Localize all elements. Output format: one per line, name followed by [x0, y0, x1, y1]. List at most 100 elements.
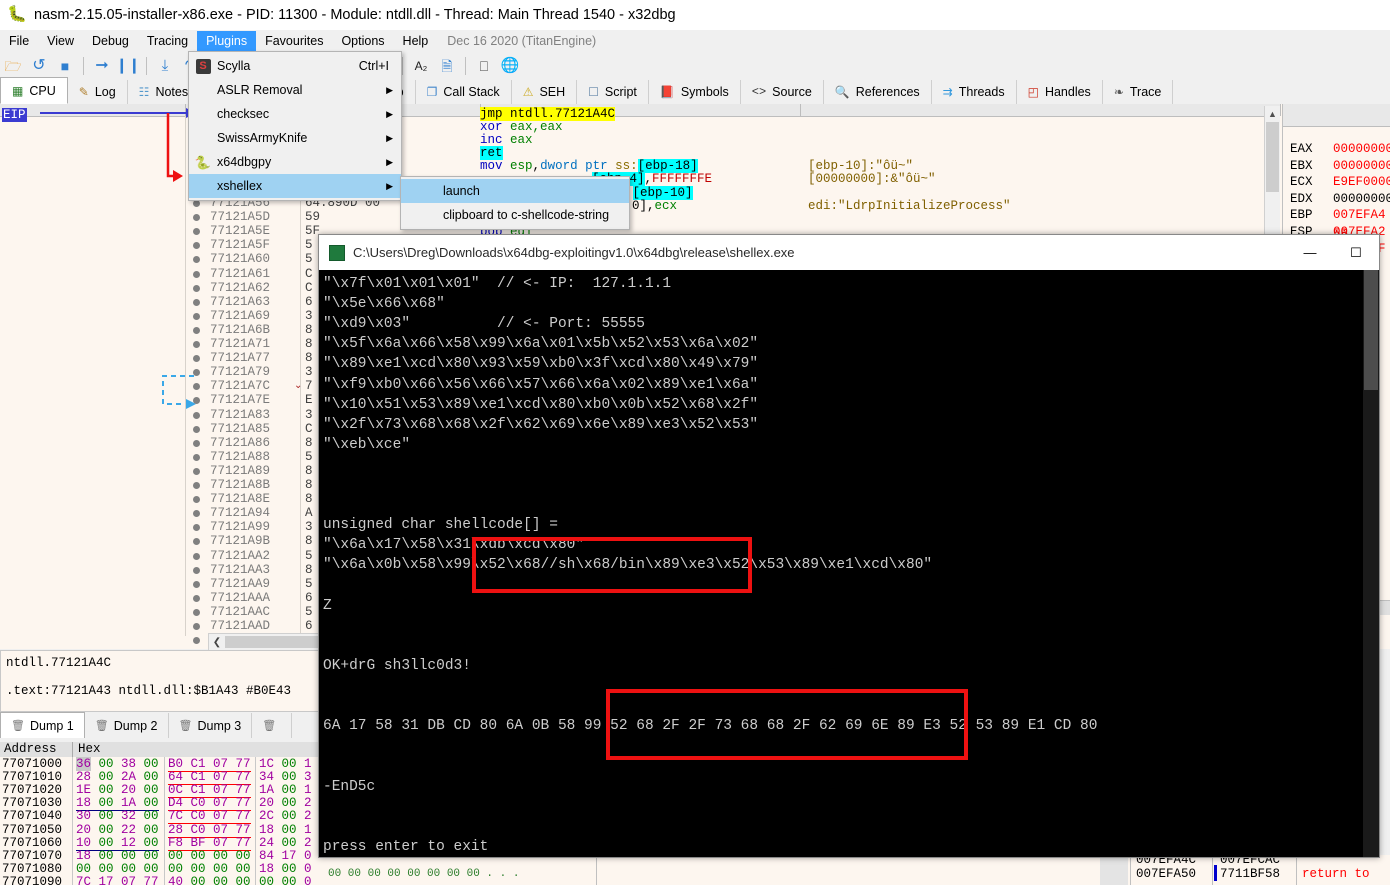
table-row[interactable]: 77071060 10 00 12 00 F8 BF 07 77 24 00 2 [0, 836, 320, 851]
tab-threads[interactable]: ⇉ Threads [931, 80, 1017, 104]
disassembly-address[interactable]: 77121AAA [210, 591, 270, 605]
menu-file[interactable]: File [0, 31, 38, 51]
menu-debug[interactable]: Debug [83, 31, 138, 51]
disassembly-address[interactable]: 77121A94 [210, 506, 270, 520]
breakpoint-gutter-dot[interactable] [193, 425, 200, 433]
breakpoint-gutter-dot[interactable] [193, 467, 200, 475]
breakpoint-gutter-dot[interactable] [193, 580, 200, 588]
tab-seh[interactable]: ⚠ SEH [511, 80, 578, 104]
disassembly-address[interactable]: 77121A83 [210, 408, 270, 422]
disassembly-address[interactable]: 77121A7C [210, 379, 270, 393]
scrollbar-thumb[interactable] [1266, 122, 1279, 192]
restart-icon[interactable]: ↺ [28, 55, 50, 77]
menu-plugins[interactable]: Plugins [197, 31, 257, 51]
register-value[interactable]: 00000000 [1333, 159, 1390, 173]
dump-hex-table[interactable]: 77071000 36 00 38 00 B0 C1 07 77 1C 00 1 770… [0, 757, 320, 885]
disassembly-address[interactable]: 77121A88 [210, 450, 270, 464]
table-row[interactable]: 77071010 28 00 2A 00 64 C1 07 77 34 00 3 [0, 770, 320, 786]
tab-trace[interactable]: ❧ Trace [1102, 80, 1174, 104]
disassembly-address[interactable]: 77121A63 [210, 295, 270, 309]
disassembly-address[interactable]: 77121AAC [210, 605, 270, 619]
menu-item-scylla[interactable]: S Scylla Ctrl+I [189, 54, 401, 78]
table-row[interactable]: 77071050 20 00 22 00 28 C0 07 77 18 00 1 [0, 823, 320, 838]
maximize-button[interactable]: ☐ [1333, 235, 1379, 270]
disassembly-address[interactable]: 77121AA3 [210, 563, 270, 577]
menu-item-swissarmyknife[interactable]: SwissArmyKnife ▶ [189, 126, 401, 150]
table-row[interactable]: 77071030 18 00 1A 00 D4 C0 07 77 20 00 2 [0, 796, 320, 812]
run-icon[interactable]: ➞ [91, 55, 113, 77]
tab-references[interactable]: 🔍 References [823, 80, 932, 104]
disassembly-address[interactable]: 77121A6B [210, 323, 270, 337]
disassembly-address[interactable]: 77121AA9 [210, 577, 270, 591]
disassembly-address[interactable]: 77121A86 [210, 436, 270, 450]
plugins-dropdown-menu[interactable]: S Scylla Ctrl+I ASLR Removal ▶ checksec … [188, 51, 402, 201]
table-row[interactable]: 77071070 18 00 00 00 00 00 00 00 84 17 0 [0, 849, 320, 863]
tab-dump-3[interactable]: 🗑 Dump 3 [169, 713, 253, 738]
submenu-item-clipboard-to-c-shellcode-string[interactable]: clipboard to c-shellcode-string [401, 203, 629, 227]
menu-item-xshellex[interactable]: xshellex ▶ [189, 174, 401, 198]
stop-icon[interactable]: ■ [54, 55, 76, 77]
disassembly-address[interactable]: 77121AA2 [210, 549, 270, 563]
register-value[interactable]: 00000000 [1333, 142, 1390, 156]
disassembly-address[interactable]: 77121A99 [210, 520, 270, 534]
breakpoint-gutter-dot[interactable] [193, 298, 200, 306]
disassembly-address[interactable]: 77121A71 [210, 337, 270, 351]
step-into-icon[interactable]: ⤓ [154, 55, 176, 77]
register-value[interactable]: E9EF0000 [1333, 175, 1390, 189]
tab-symbols[interactable]: 📕 Symbols [648, 80, 741, 104]
menu-favourites[interactable]: Favourites [256, 31, 332, 51]
breakpoint-gutter-dot[interactable] [193, 552, 200, 560]
disassembly-address[interactable]: 77121A61 [210, 267, 270, 281]
breakpoint-gutter-dot[interactable] [193, 608, 200, 616]
breakpoint-gutter-dot[interactable] [193, 482, 200, 489]
breakpoint-gutter-dot[interactable] [193, 439, 200, 447]
disassembly-address[interactable]: 77121A5F [210, 238, 270, 252]
tab-handles[interactable]: ◰ Handles [1016, 80, 1103, 104]
disassembly-address[interactable]: 77121AAD [210, 619, 270, 633]
xshellex-submenu[interactable]: launch clipboard to c-shellcode-string [400, 176, 630, 230]
tab-script[interactable]: ☐ Script [577, 80, 649, 104]
disassembly-address[interactable]: 77121A85 [210, 422, 270, 436]
menu-item-aslr-removal[interactable]: ASLR Removal ▶ [189, 78, 401, 102]
disassembly-address[interactable]: 77121A5E [210, 224, 270, 238]
tab-dump-2[interactable]: 🗑 Dump 2 [85, 713, 169, 738]
disassembly-address[interactable]: 77121A7E [210, 393, 270, 407]
breakpoint-gutter-dot[interactable] [193, 284, 200, 292]
scroll-up-arrow[interactable]: ▲ [1265, 106, 1280, 121]
globe-icon[interactable]: 🌐 [499, 55, 521, 77]
menu-help[interactable]: Help [394, 31, 438, 51]
tab-call-stack[interactable]: ❐ Call Stack [415, 80, 512, 104]
disassembly-address[interactable]: 77121A8B [210, 478, 270, 492]
breakpoint-gutter-dot[interactable] [193, 270, 200, 278]
menu-item-x64dbgpy[interactable]: 🐍 x64dbgpy ▶ [189, 150, 401, 174]
breakpoint-gutter-dot[interactable] [193, 312, 200, 320]
disassembly-address[interactable]: 77121A77 [210, 351, 270, 365]
table-row[interactable]: 77071040 30 00 32 00 7C C0 07 77 2C 00 2 [0, 809, 320, 825]
scrollbar-thumb[interactable] [1364, 270, 1378, 390]
minimize-button[interactable]: — [1287, 235, 1333, 270]
breakpoint-gutter-dot[interactable] [193, 566, 200, 574]
pause-icon[interactable]: ❙❙ [115, 55, 140, 77]
disassembly-address[interactable]: 77121A5D [210, 210, 270, 224]
disassembly-address[interactable]: 77121A60 [210, 252, 270, 266]
breakpoint-gutter-dot[interactable] [193, 200, 200, 207]
tab-dump-4[interactable]: 🗑 [252, 713, 293, 738]
breakpoint-gutter-dot[interactable] [193, 594, 200, 602]
table-row[interactable]: 77071000 36 00 38 00 B0 C1 07 77 1C 00 1 [0, 757, 320, 772]
tab-dump-1[interactable]: 🗑 Dump 1 [0, 712, 85, 738]
menu-tracing[interactable]: Tracing [138, 31, 197, 51]
register-value[interactable]: 00000000 [1333, 192, 1390, 206]
breakpoint-gutter-dot[interactable] [193, 623, 200, 630]
disassembly-horizontal-scrollbar[interactable]: ❮ [208, 633, 320, 651]
scroll-left-arrow[interactable]: ❮ [209, 637, 225, 648]
font-icon[interactable]: A₂ [410, 55, 432, 77]
table-row[interactable]: 77071090 7C 17 07 77 40 00 00 00 00 00 0 [0, 875, 320, 885]
menu-item-checksec[interactable]: checksec ▶ [189, 102, 401, 126]
calculator-icon[interactable]: ⎕ [473, 55, 495, 77]
breakpoint-gutter-dot[interactable] [193, 411, 200, 419]
submenu-item-launch[interactable]: launch [401, 179, 629, 203]
menu-options[interactable]: Options [332, 31, 393, 51]
notes-icon[interactable]: 🗎 [436, 55, 458, 77]
tab-log[interactable]: ✎ Log [67, 80, 128, 104]
breakpoint-gutter-dot[interactable] [193, 326, 200, 334]
